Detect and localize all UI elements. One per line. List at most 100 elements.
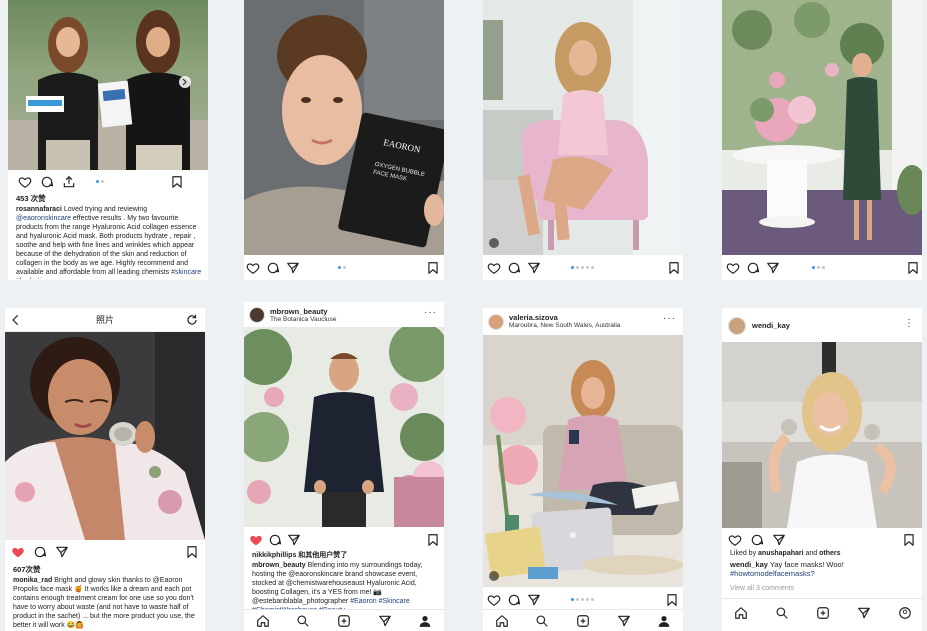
add-icon[interactable] [337,614,349,626]
heart-icon[interactable] [246,261,260,275]
post-card-6: mbrown_beauty The Botanica Vaucluse ··· [244,302,444,631]
add-icon[interactable] [816,606,830,620]
liked-by[interactable]: nikkikphillips 和其他用户赞了 [252,550,347,560]
home-icon[interactable] [734,606,748,620]
upload-icon[interactable] [62,175,76,189]
caption-username[interactable]: monika_rad [13,577,52,584]
heart-icon[interactable] [487,593,501,607]
activity-icon[interactable] [857,606,871,620]
profile-icon[interactable] [657,614,669,626]
search-icon[interactable] [296,614,308,626]
post-photo[interactable] [483,0,683,255]
post-username[interactable]: valeria.sizova [509,313,558,322]
share-icon[interactable] [55,545,69,559]
more-options-icon[interactable]: ⋮ [904,318,915,329]
comment-icon[interactable] [40,175,54,189]
post-photo[interactable] [722,342,922,528]
search-icon[interactable] [775,606,789,620]
comment-icon[interactable] [268,533,282,547]
post-header: mbrown_beauty The Botanica Vaucluse ··· [244,302,444,330]
liked-by-others[interactable]: others [819,550,840,557]
post-header: valeria.sizova Maroubra, New South Wales… [483,308,683,336]
post-photo[interactable] [5,332,205,540]
post-photo[interactable]: EAORON OXYGEN BUBBLE FACE MASK [244,0,444,255]
heart-icon[interactable] [728,533,742,547]
activity-icon[interactable] [378,614,390,626]
heart-filled-icon[interactable] [11,545,25,559]
post-photo[interactable] [483,335,683,587]
photo-two-women [8,10,208,170]
caption: mbrown_beauty Blending into my surroundi… [252,561,438,611]
more-options-icon[interactable]: ··· [663,313,676,324]
mention-link[interactable]: @eaoronskincare [16,215,71,222]
search-icon[interactable] [535,614,547,626]
bookmark-icon[interactable] [667,261,681,275]
hashtag-link[interactable]: #howtomodelfacemasks? [730,569,815,578]
share-icon[interactable] [772,533,786,547]
comment-icon[interactable] [507,261,521,275]
like-count: 453 次赞 [16,194,46,203]
bookmark-icon[interactable] [170,175,184,189]
refresh-icon[interactable] [185,313,199,327]
post-photo[interactable] [8,0,208,170]
post-username[interactable]: mbrown_beauty [270,307,328,316]
home-icon[interactable] [256,614,268,626]
post-photo[interactable] [722,0,922,255]
bottom-nav [483,609,683,631]
bookmark-icon[interactable] [665,593,679,607]
share-icon[interactable] [287,533,301,547]
tagged-user-icon[interactable] [489,571,499,581]
back-icon[interactable] [9,313,23,327]
action-bar [8,172,208,192]
comment-icon[interactable] [746,261,760,275]
share-icon[interactable] [286,261,300,275]
comment-icon[interactable] [33,545,47,559]
liked-by-user[interactable]: anushapahari [758,550,804,557]
caption-username[interactable]: wendi_kay [730,560,768,569]
post-location[interactable]: The Botanica Vaucluse [270,316,336,323]
post-location[interactable]: Maroubra, New South Wales, Australia [509,322,620,329]
carousel-dots [96,180,120,184]
view-comments-link[interactable]: View all 3 comments [730,584,916,594]
post-username[interactable]: wendi_kay [752,321,790,330]
share-icon[interactable] [527,261,541,275]
bookmark-icon[interactable] [902,533,916,547]
bookmark-icon[interactable] [185,545,199,559]
comment-icon[interactable] [507,593,521,607]
home-icon[interactable] [495,614,507,626]
heart-icon[interactable] [18,175,32,189]
action-bar [483,258,683,278]
post-photo[interactable] [244,327,444,527]
heart-filled-icon[interactable] [249,533,263,547]
heart-icon[interactable] [726,261,740,275]
photo-woman-smiling [722,342,922,528]
profile-icon[interactable] [418,614,430,626]
photo-woman-pink-chair [483,0,683,255]
share-icon[interactable] [527,593,541,607]
profile-icon[interactable] [898,606,912,620]
action-bar [244,258,444,278]
bookmark-icon[interactable] [906,261,920,275]
caption-username[interactable]: rosannafaraci [16,206,62,213]
avatar[interactable] [728,317,746,335]
share-icon[interactable] [766,261,780,275]
bookmark-icon[interactable] [426,533,440,547]
avatar[interactable] [488,314,504,330]
bookmark-icon[interactable] [426,261,440,275]
caption: wendi_kay Yay face masks! Woo! #howtomode… [730,560,844,578]
more-options-icon[interactable]: ··· [424,307,437,318]
comment-icon[interactable] [266,261,280,275]
page-title: 照片 [5,308,205,332]
tagged-user-icon[interactable] [489,238,499,248]
caption-username[interactable]: mbrown_beauty [252,562,306,569]
caption: rosannafaraci Loved trying and reviewing… [16,205,202,279]
action-bar [483,590,683,610]
activity-icon[interactable] [617,614,629,626]
add-icon[interactable] [576,614,588,626]
comment-icon[interactable] [750,533,764,547]
avatar[interactable] [249,307,265,323]
caption: monika_rad Bright and glowy skin thanks … [13,577,195,629]
bottom-nav [722,598,922,628]
heart-icon[interactable] [487,261,501,275]
carousel-dots [571,266,595,270]
